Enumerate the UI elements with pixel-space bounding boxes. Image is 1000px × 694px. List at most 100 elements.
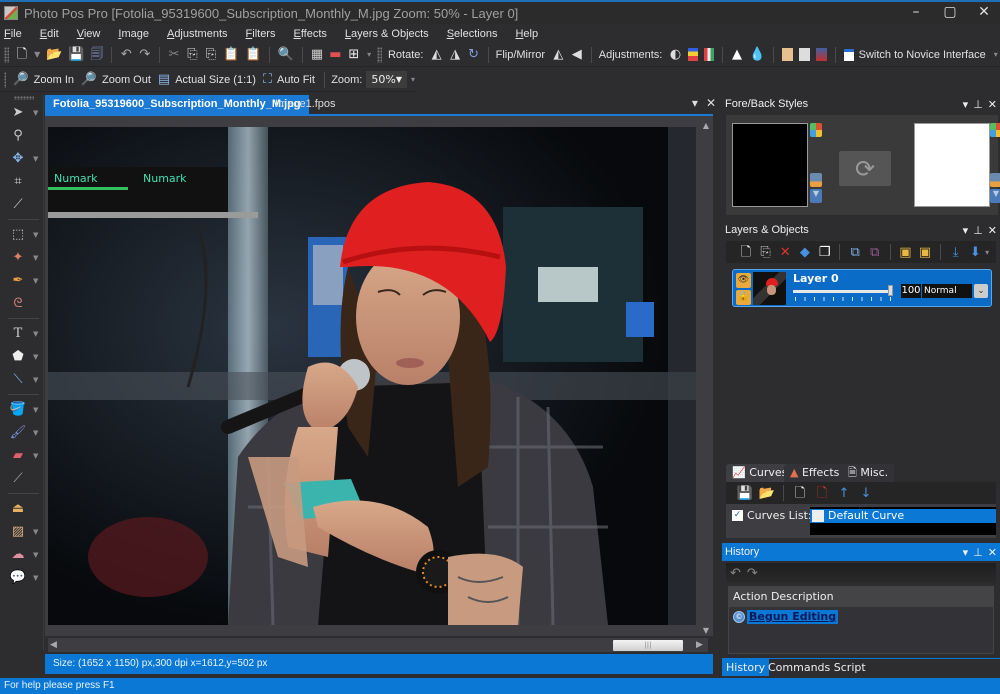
- open-folder-icon[interactable]: 📂: [46, 47, 62, 63]
- auto-fit-icon[interactable]: ⛶: [263, 72, 272, 88]
- tool-perspective[interactable]: ⟋: [4, 193, 43, 216]
- save-curve-icon[interactable]: 💾: [737, 485, 753, 501]
- tool-text[interactable]: T ▼: [4, 322, 43, 345]
- open-curve-icon[interactable]: 📂: [759, 485, 775, 501]
- new-document-icon[interactable]: 🗋: [16, 47, 28, 63]
- tool-move[interactable]: ✥ ▼: [4, 147, 43, 170]
- copy-merged-icon[interactable]: ⎘: [205, 47, 217, 63]
- close-document-icon[interactable]: ✕: [706, 96, 716, 110]
- menu-image[interactable]: Image: [118, 28, 149, 40]
- pin-icon[interactable]: ⊥: [973, 98, 983, 111]
- history-item[interactable]: © Begun Editing: [733, 610, 839, 624]
- novice-interface-icon[interactable]: [843, 48, 854, 61]
- paste-as-new-icon[interactable]: 📋: [245, 47, 261, 63]
- move-curve-down-icon[interactable]: ↓: [858, 485, 874, 501]
- background-palette-icon[interactable]: [990, 123, 1000, 137]
- lock-icon[interactable]: 🔓: [736, 290, 751, 305]
- auto-fit-button[interactable]: Auto Fit: [277, 74, 315, 86]
- tool-menu-arrow[interactable]: ▼: [33, 376, 38, 384]
- move-layer-down-icon[interactable]: ⤓: [949, 244, 963, 260]
- background-style-icon[interactable]: [990, 173, 1000, 187]
- grid-icon[interactable]: ▦: [311, 47, 323, 63]
- toolbar-overflow-icon[interactable]: ▾: [985, 248, 992, 257]
- actual-size-button[interactable]: Actual Size (1:1): [175, 74, 256, 86]
- zoom-level-select[interactable]: 50% ▼: [366, 71, 407, 88]
- tool-lasso[interactable]: ᘓ: [4, 292, 43, 315]
- tool-eyedropper[interactable]: ⟋: [4, 467, 43, 490]
- menu-help[interactable]: Help: [515, 28, 538, 40]
- tool-magic-wand[interactable]: ✦ ▼: [4, 246, 43, 269]
- background-color-swatch[interactable]: [914, 123, 990, 207]
- tool-menu-arrow[interactable]: ▼: [33, 406, 38, 414]
- save-all-icon[interactable]: 🗐: [90, 47, 103, 63]
- toolbar-grip[interactable]: [4, 71, 6, 88]
- image-search-icon[interactable]: 🔍: [278, 47, 294, 63]
- tool-menu-arrow[interactable]: ▼: [33, 231, 38, 239]
- redo-icon[interactable]: ↷: [139, 47, 151, 63]
- tool-rect-select[interactable]: ⬚ ▼: [4, 223, 43, 246]
- panel-menu-icon[interactable]: ▾: [963, 98, 969, 111]
- tool-eraser[interactable]: ▰ ▼: [4, 444, 43, 467]
- tab-misc[interactable]: 🗎 Misc.: [842, 464, 895, 482]
- tool-menu-arrow[interactable]: ▼: [33, 277, 38, 285]
- layer-opacity-value[interactable]: 100: [901, 284, 921, 298]
- menu-layers-objects[interactable]: Layers & Objects: [345, 28, 429, 40]
- panel-grip[interactable]: [14, 96, 34, 100]
- new-layer-icon[interactable]: 🗋: [739, 244, 753, 260]
- tool-menu-arrow[interactable]: ▼: [33, 528, 38, 536]
- minimize-button[interactable]: –: [906, 4, 926, 20]
- new-object-icon[interactable]: ❐: [818, 244, 832, 260]
- contrast-icon[interactable]: ◐: [669, 47, 681, 63]
- toolbar-overflow-icon[interactable]: ▾: [367, 50, 373, 59]
- saturation-drop-icon[interactable]: 💧: [749, 47, 765, 63]
- guides-icon[interactable]: ⊞: [348, 47, 360, 63]
- document-list-dropdown-icon[interactable]: ▾: [692, 96, 698, 110]
- tool-menu-arrow[interactable]: ▼: [33, 452, 38, 460]
- history-undo-icon[interactable]: ↶: [730, 566, 741, 581]
- menu-selections[interactable]: Selections: [447, 28, 498, 40]
- merge-layer-icon[interactable]: ⧉: [848, 244, 862, 260]
- close-panel-icon[interactable]: ✕: [988, 546, 997, 559]
- layer-row[interactable]: 👁 🔓 Layer 0 100 Normal ⌄: [732, 269, 992, 307]
- panel-menu-icon[interactable]: ▾: [963, 546, 969, 559]
- tool-smudge[interactable]: ☁ ▼: [4, 543, 43, 566]
- tab-effects[interactable]: ▲ Effects: [784, 464, 846, 482]
- hue-saturation-icon[interactable]: [703, 48, 715, 61]
- move-curve-up-icon[interactable]: ↑: [836, 485, 852, 501]
- ungroup-objects-icon[interactable]: ▣: [918, 244, 932, 260]
- image-canvas[interactable]: Numark Numark: [48, 127, 696, 625]
- tool-zoom[interactable]: ⚲: [4, 124, 43, 147]
- close-panel-icon[interactable]: ✕: [988, 98, 997, 111]
- delete-layer-icon[interactable]: ✕: [778, 244, 792, 260]
- toolbar-overflow-icon[interactable]: ▾: [994, 50, 1000, 59]
- menu-filters[interactable]: Filters: [246, 28, 276, 40]
- toolbar-grip[interactable]: [377, 46, 382, 63]
- tool-speech-bubble[interactable]: 💬 ▼: [4, 566, 43, 589]
- tool-menu-arrow[interactable]: ▼: [33, 353, 38, 361]
- layer-opacity-slider-track[interactable]: [793, 290, 891, 293]
- tool-clone-stamp[interactable]: ⏏: [4, 497, 43, 520]
- duplicate-layer-icon[interactable]: ⎘: [759, 244, 773, 260]
- background-dropdown-icon[interactable]: ▼: [990, 189, 1000, 203]
- zoom-out-icon[interactable]: 🔎: [81, 72, 97, 88]
- pin-icon[interactable]: ⊥: [973, 546, 983, 559]
- rotate-left-icon[interactable]: ◭: [430, 47, 442, 63]
- curves-list-checkbox[interactable]: ✓: [732, 510, 743, 521]
- delete-curve-icon[interactable]: 🗋: [814, 485, 830, 501]
- foreground-palette-icon[interactable]: [810, 123, 822, 137]
- tool-healing[interactable]: ▨ ▼: [4, 520, 43, 543]
- blend-mode-select[interactable]: Normal: [922, 284, 972, 298]
- tab-history[interactable]: History: [722, 659, 770, 676]
- curve-checkbox[interactable]: [812, 510, 824, 522]
- zoom-in-icon[interactable]: 🔎: [13, 72, 29, 88]
- scroll-up-arrow[interactable]: ▲: [700, 121, 712, 131]
- tool-pen-select[interactable]: ✒ ▼: [4, 269, 43, 292]
- tab-image1[interactable]: Image1.fpos: [267, 95, 344, 114]
- horizontal-scroll-thumb[interactable]: |||: [613, 640, 683, 651]
- rotate-custom-icon[interactable]: ↻: [467, 47, 479, 63]
- curve-item[interactable]: Default Curve: [810, 509, 996, 523]
- tab-commands-script[interactable]: Commands Script: [764, 659, 870, 676]
- menu-effects[interactable]: Effects: [293, 28, 326, 40]
- rotate-right-icon[interactable]: ◮: [449, 47, 461, 63]
- undo-icon[interactable]: ↶: [120, 47, 132, 63]
